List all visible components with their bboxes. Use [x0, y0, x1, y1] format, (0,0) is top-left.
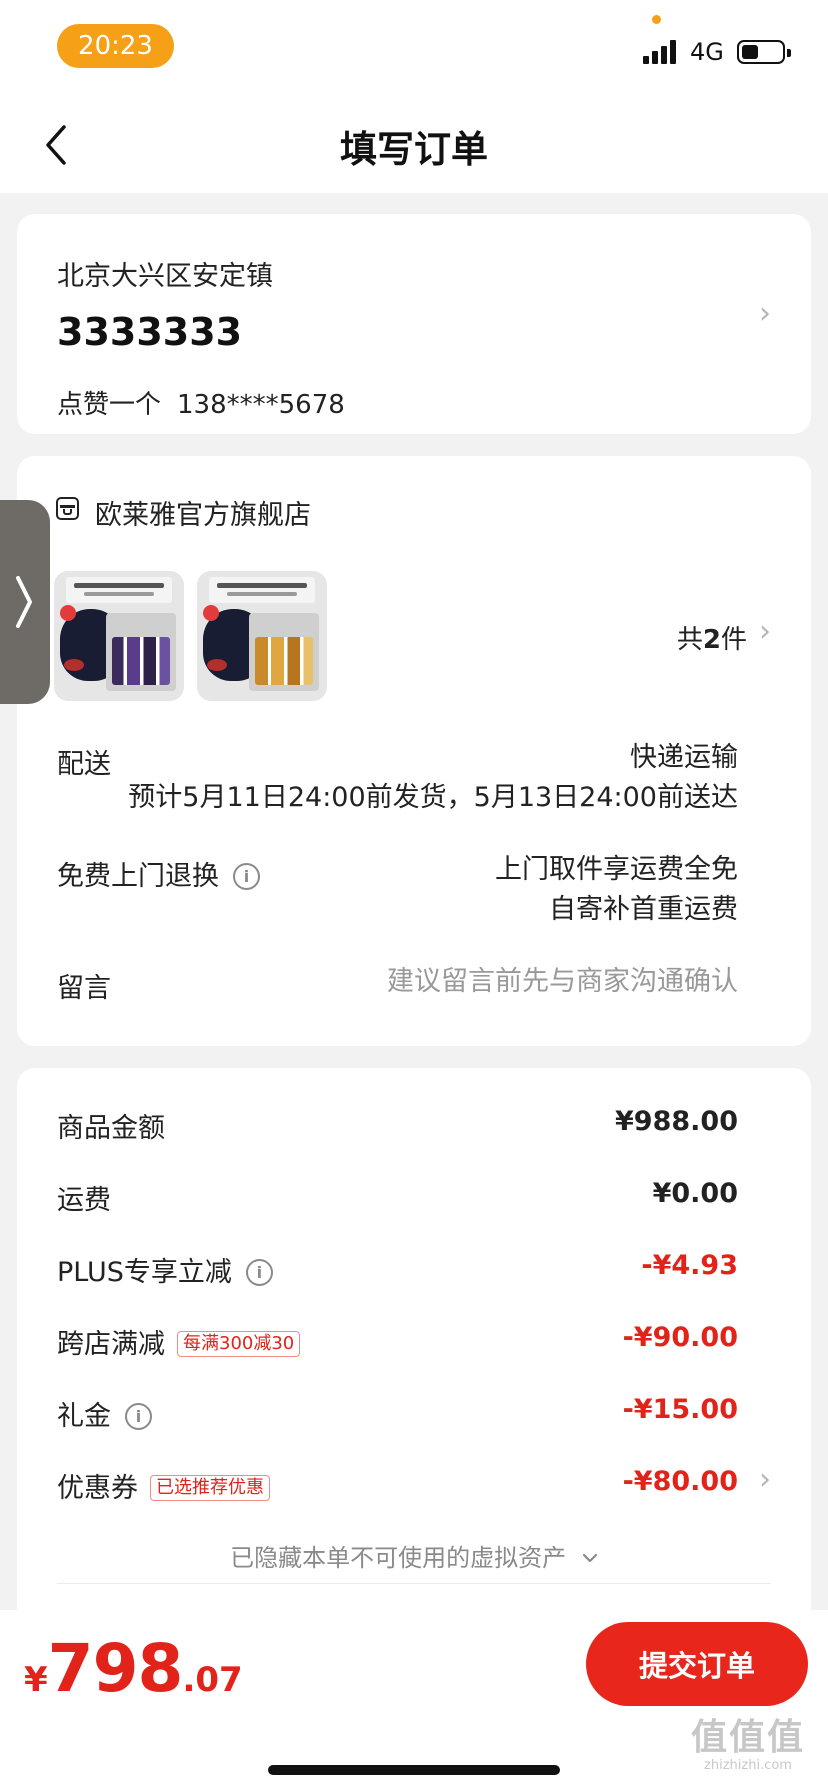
price-amount: -¥4.93	[641, 1250, 738, 1281]
promo-badge: 每满300减30	[177, 1331, 301, 1357]
status-bar: 20:23 4G	[0, 0, 828, 95]
chevron-right-icon: ›	[759, 614, 771, 649]
price-row-cross-store: 跨店满减 每满300减30 -¥90.00	[57, 1318, 771, 1362]
price-label-text: 优惠券	[57, 1473, 138, 1504]
message-label: 留言	[57, 973, 111, 1004]
order-total: ¥798.07	[24, 1630, 243, 1707]
price-label-text: 礼金	[57, 1401, 111, 1432]
store-icon	[56, 497, 79, 520]
item-count-prefix: 共	[676, 625, 703, 655]
price-label: 运费	[57, 1185, 111, 1216]
delivery-label: 配送	[57, 749, 111, 780]
item-count[interactable]: 共2件	[677, 619, 747, 656]
home-indicator[interactable]	[268, 1765, 560, 1775]
total-integer: 798	[47, 1630, 184, 1707]
shop-card: 欧莱雅官方旗舰店 共2件 › 配送 快递运输 预计5月11日24:00前发货，5…	[17, 456, 811, 1046]
watermark-main: 值值值	[690, 1717, 805, 1758]
price-row-plus: PLUS专享立减 i -¥4.93	[57, 1246, 771, 1290]
price-row-gift-money: 礼金 i -¥15.00	[57, 1390, 771, 1434]
price-amount: -¥90.00	[622, 1322, 738, 1353]
price-amount: ¥988.00	[615, 1106, 738, 1137]
watermark: 值值值 zhizhizhi.com	[673, 1718, 823, 1774]
delivery-method: 快递运输	[630, 742, 738, 773]
battery-icon	[737, 40, 791, 64]
info-icon[interactable]: i	[125, 1403, 152, 1430]
price-label: PLUS专享立减 i	[57, 1250, 273, 1289]
info-icon[interactable]: i	[245, 1259, 273, 1286]
product-thumbnail[interactable]	[54, 571, 184, 701]
total-decimal: .07	[182, 1660, 243, 1700]
privacy-indicator-dot	[652, 15, 661, 24]
divider	[57, 1583, 771, 1584]
page-title: 填写订单	[340, 128, 488, 171]
price-amount: -¥15.00	[622, 1394, 738, 1425]
address-region: 北京大兴区安定镇	[57, 261, 273, 292]
side-drawer-handle[interactable]	[0, 500, 50, 704]
price-row-goods: 商品金额 ¥988.00	[57, 1102, 771, 1146]
chevron-right-icon	[16, 576, 32, 628]
total-currency: ¥	[24, 1660, 48, 1700]
price-label-text: 跨店满减	[57, 1329, 165, 1360]
price-amount: -¥80.00	[622, 1466, 738, 1497]
item-count-number: 2	[702, 625, 721, 655]
chevron-right-icon: ›	[759, 296, 771, 331]
price-row-shipping: 运费 ¥0.00	[57, 1174, 771, 1218]
coupon-badge: 已选推荐优惠	[150, 1475, 270, 1501]
return-service-info: 上门取件享运费全免 自寄补首重运费	[495, 850, 738, 930]
return-service-label: 免费上门退换 i	[57, 854, 260, 893]
recipient-name: 点赞一个	[57, 390, 162, 420]
recipient-phone: 138****5678	[177, 390, 345, 420]
nav-bar: 填写订单	[0, 95, 828, 193]
price-label: 礼金 i	[57, 1394, 152, 1433]
return-service-line2: 自寄补首重运费	[549, 894, 738, 925]
price-label: 商品金额	[57, 1113, 165, 1144]
price-label: 跨店满减 每满300减30	[57, 1322, 301, 1361]
status-time[interactable]: 20:23	[57, 24, 174, 68]
cellular-signal-icon	[643, 40, 677, 64]
watermark-sub: zhizhizhi.com	[704, 1758, 792, 1773]
submit-order-button[interactable]: 提交订单	[586, 1622, 808, 1706]
price-label-text: PLUS专享立减	[57, 1257, 232, 1288]
network-type: 4G	[690, 38, 724, 66]
address-detail: 3333333	[57, 310, 243, 354]
price-label: 优惠券 已选推荐优惠	[57, 1466, 270, 1505]
hidden-assets-text: 已隐藏本单不可使用的虚拟资产	[230, 1544, 567, 1572]
info-icon[interactable]: i	[233, 863, 260, 890]
shop-name[interactable]: 欧莱雅官方旗舰店	[95, 493, 311, 532]
chevron-right-icon: ›	[759, 1462, 771, 1497]
product-thumbnail[interactable]	[197, 571, 327, 701]
delivery-eta: 预计5月11日24:00前发货，5月13日24:00前送达	[128, 782, 738, 813]
price-amount: ¥0.00	[652, 1178, 738, 1209]
return-service-text: 免费上门退换	[57, 861, 219, 892]
hidden-assets-toggle[interactable]: 已隐藏本单不可使用的虚拟资产	[17, 1538, 811, 1573]
message-input[interactable]: 建议留言前先与商家沟通确认	[387, 962, 738, 1002]
item-count-suffix: 件	[720, 625, 747, 655]
bottom-bar: ¥798.07 提交订单 值值值 zhizhizhi.com	[0, 1610, 828, 1792]
chevron-down-icon	[582, 1541, 598, 1569]
price-row-coupon[interactable]: 优惠券 已选推荐优惠 -¥80.00 ›	[57, 1462, 771, 1506]
delivery-info[interactable]: 快递运输 预计5月11日24:00前发货，5月13日24:00前送达	[128, 738, 738, 818]
address-contact: 点赞一个 138****5678	[57, 384, 345, 421]
return-service-line1: 上门取件享运费全免	[495, 854, 738, 885]
address-card[interactable]: 北京大兴区安定镇 3333333 点赞一个 138****5678 ›	[17, 214, 811, 434]
